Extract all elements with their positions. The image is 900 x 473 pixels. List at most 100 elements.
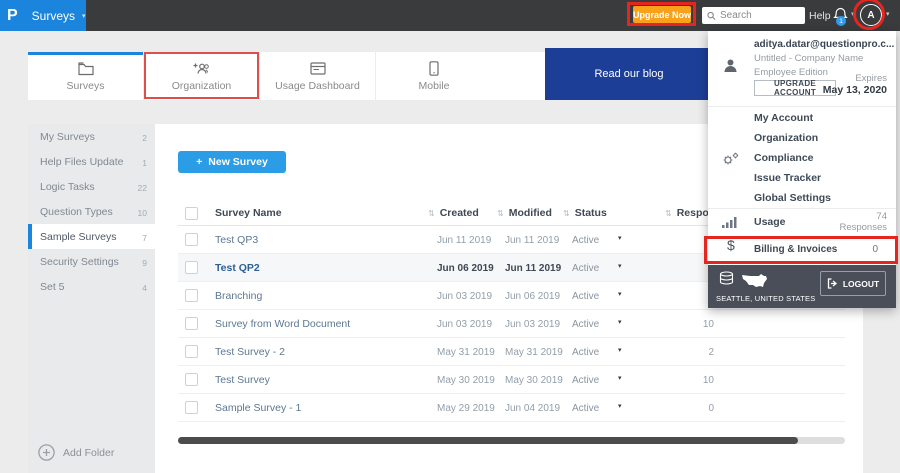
created-date: May 29 2019 xyxy=(437,403,495,414)
tab-surveys[interactable]: Surveys xyxy=(28,52,144,100)
row-checkbox[interactable] xyxy=(185,373,198,386)
sort-icon[interactable]: ⇅ xyxy=(563,209,570,218)
survey-name-link[interactable]: Survey from Word Document xyxy=(215,318,350,330)
chevron-down-icon: ▾ xyxy=(82,12,86,20)
status-dropdown-caret[interactable]: ▾ xyxy=(618,402,622,410)
server-database-icon xyxy=(719,271,734,285)
expires-label: Expires xyxy=(855,73,887,84)
chevron-down-icon[interactable]: ▾ xyxy=(886,10,890,18)
status-dropdown-caret[interactable]: ▾ xyxy=(618,346,622,354)
survey-name-link[interactable]: Branching xyxy=(215,290,262,302)
read-our-blog-button[interactable]: Read our blog xyxy=(545,48,713,100)
column-status[interactable]: ⇅ Status xyxy=(563,207,607,219)
row-checkbox[interactable] xyxy=(185,261,198,274)
sidebar-item-question-types[interactable]: Question Types 10 xyxy=(28,199,155,224)
survey-name-link[interactable]: Sample Survey - 1 xyxy=(215,402,301,414)
row-checkbox[interactable] xyxy=(185,401,198,414)
search-icon xyxy=(707,11,716,20)
usage-unit: Responses xyxy=(839,222,887,233)
created-date: Jun 03 2019 xyxy=(437,319,493,330)
sidebar-item-label: Set 5 xyxy=(40,281,65,293)
app-logo-block[interactable]: P Surveys ▾ xyxy=(0,0,86,31)
modified-date: Jun 03 2019 xyxy=(505,319,561,330)
status-dropdown-caret[interactable]: ▾ xyxy=(618,262,622,270)
sort-icon[interactable]: ⇅ xyxy=(428,209,435,218)
sidebar-item-count: 9 xyxy=(142,258,147,268)
survey-name-link[interactable]: Test QP2 xyxy=(215,262,260,274)
column-survey-name: Survey Name xyxy=(215,207,282,219)
row-checkbox[interactable] xyxy=(185,233,198,246)
account-email: aditya.datar@questionpro.c... xyxy=(754,39,894,50)
sidebar-item-label: Logic Tasks xyxy=(40,181,95,193)
table-row: Sample Survey - 1 May 29 2019 Jun 04 201… xyxy=(178,394,845,422)
sidebar-item-count: 4 xyxy=(142,283,147,293)
menu-item-my-account[interactable]: My Account xyxy=(754,112,813,126)
help-link[interactable]: Help xyxy=(809,10,831,22)
sidebar-item-sample-surveys[interactable]: Sample Surveys 7 xyxy=(28,224,155,249)
modified-date: Jun 11 2019 xyxy=(505,235,560,246)
sidebar-item-logic-tasks[interactable]: Logic Tasks 22 xyxy=(28,174,155,199)
usage-bars-icon xyxy=(722,217,737,228)
created-date: Jun 03 2019 xyxy=(437,291,493,302)
row-checkbox[interactable] xyxy=(185,317,198,330)
add-circle-icon xyxy=(38,444,55,461)
sidebar-item-set-5[interactable]: Set 5 4 xyxy=(28,274,155,299)
modified-date: Jun 11 2019 xyxy=(505,263,562,274)
tab-label: Organization xyxy=(171,79,232,92)
menu-item-compliance[interactable]: Compliance xyxy=(754,152,814,166)
sidebar-item-help-files-update[interactable]: Help Files Update 1 xyxy=(28,149,155,174)
tab-mobile[interactable]: Mobile xyxy=(376,52,492,100)
modified-date: Jun 06 2019 xyxy=(505,291,561,302)
tab-organization[interactable]: Organization xyxy=(144,52,260,100)
menu-item-billing-invoices[interactable]: Billing & Invoices xyxy=(754,244,837,255)
status-dropdown-caret[interactable]: ▾ xyxy=(618,290,622,298)
section-tab-bar: Surveys Organization Usage Dashboard Mob… xyxy=(28,52,545,100)
divider xyxy=(708,106,896,107)
sidebar-item-my-surveys[interactable]: My Surveys 2 xyxy=(28,124,155,149)
sidebar-item-security-settings[interactable]: Security Settings 9 xyxy=(28,249,155,274)
new-survey-label: New Survey xyxy=(208,156,268,168)
search-box[interactable] xyxy=(702,7,805,24)
sort-icon[interactable]: ⇅ xyxy=(665,209,672,218)
account-dropdown-menu: aditya.datar@questionpro.c... Untitled -… xyxy=(708,31,896,308)
survey-name-link[interactable]: Test QP3 xyxy=(215,234,258,246)
response-count: 10 xyxy=(702,319,714,330)
menu-item-usage[interactable]: Usage xyxy=(754,216,786,228)
new-survey-button[interactable]: + New Survey xyxy=(178,151,286,173)
status-dropdown-caret[interactable]: ▾ xyxy=(618,234,622,242)
status-dropdown-caret[interactable]: ▾ xyxy=(618,318,622,326)
menu-item-issue-tracker[interactable]: Issue Tracker xyxy=(754,172,821,186)
status-label: Active xyxy=(572,347,600,358)
upgrade-now-button[interactable]: Upgrade Now xyxy=(633,6,691,23)
add-folder-button[interactable]: Add Folder xyxy=(38,444,114,461)
menu-item-organization[interactable]: Organization xyxy=(754,132,818,146)
logout-button[interactable]: LOGOUT xyxy=(820,271,886,296)
user-icon xyxy=(724,59,737,72)
horizontal-scrollbar-thumb[interactable] xyxy=(178,437,798,444)
status-dropdown-caret[interactable]: ▾ xyxy=(618,374,622,382)
expires-date: May 13, 2020 xyxy=(822,84,887,96)
row-checkbox[interactable] xyxy=(185,345,198,358)
sort-icon[interactable]: ⇅ xyxy=(497,209,504,218)
survey-name-link[interactable]: Test Survey xyxy=(215,374,270,386)
menu-item-global-settings[interactable]: Global Settings xyxy=(754,192,831,206)
survey-name-link[interactable]: Test Survey - 2 xyxy=(215,346,285,358)
sidebar-item-label: Sample Surveys xyxy=(40,231,117,243)
horizontal-scrollbar-track[interactable] xyxy=(178,437,845,444)
chevron-down-icon[interactable]: ▾ xyxy=(851,10,855,18)
app-menu-surveys[interactable]: Surveys xyxy=(32,9,75,23)
column-created[interactable]: ⇅ Created xyxy=(428,207,479,219)
avatar[interactable]: A xyxy=(860,4,882,26)
response-count: 10 xyxy=(702,375,714,386)
created-date: May 30 2019 xyxy=(437,375,495,386)
row-checkbox[interactable] xyxy=(185,289,198,302)
search-input[interactable] xyxy=(720,10,800,21)
divider xyxy=(708,208,896,209)
column-modified[interactable]: ⇅ Modified xyxy=(497,207,552,219)
created-date: Jun 06 2019 xyxy=(437,263,494,274)
status-label: Active xyxy=(572,375,600,386)
tab-usage-dashboard[interactable]: Usage Dashboard xyxy=(260,52,376,100)
sidebar-item-count: 22 xyxy=(137,183,147,193)
select-all-checkbox[interactable] xyxy=(185,207,198,220)
sidebar-item-label: Help Files Update xyxy=(40,156,124,168)
